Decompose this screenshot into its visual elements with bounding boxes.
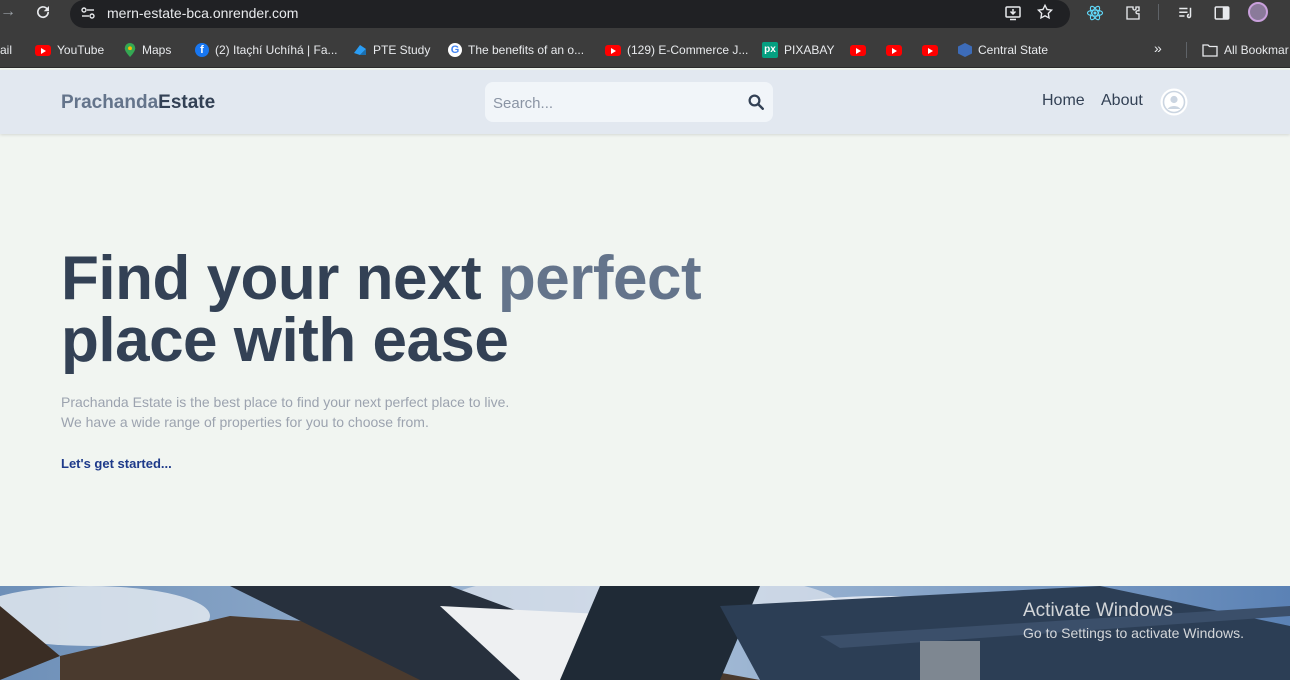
more-bookmarks-chevron-icon[interactable]: »	[1154, 40, 1162, 56]
bookmark-maps[interactable]: Maps	[124, 41, 171, 59]
bookmark-star-icon[interactable]	[1036, 3, 1054, 21]
folder-icon	[1202, 44, 1218, 57]
extensions-puzzle-icon[interactable]	[1124, 4, 1142, 22]
pte-icon	[354, 45, 366, 55]
watermark-subtitle: Go to Settings to activate Windows.	[1023, 625, 1244, 641]
pixabay-icon: px	[762, 42, 778, 58]
bookmarks-divider	[1186, 42, 1187, 58]
bookmark-pixabay[interactable]: px PIXABAY	[762, 41, 834, 59]
youtube-icon	[886, 44, 902, 56]
bookmark-facebook[interactable]: f (2) Itaçhí Uchíhá | Fa...	[195, 41, 338, 59]
nav-about-link[interactable]: About	[1101, 92, 1143, 110]
logo-part-estate: Estate	[158, 92, 216, 113]
bookmark-ecommerce[interactable]: (129) E-Commerce J...	[605, 41, 748, 59]
bookmark-pte-study[interactable]: PTE Study	[353, 41, 430, 59]
bookmark-central-state[interactable]: Central State	[958, 41, 1048, 59]
youtube-icon	[35, 44, 51, 56]
central-state-icon	[958, 43, 972, 57]
youtube-icon	[605, 44, 621, 56]
back-arrow-icon[interactable]: →	[0, 4, 16, 20]
hero-title-line2: place with ease	[61, 306, 509, 375]
search-icon[interactable]	[747, 93, 765, 111]
profile-avatar-icon[interactable]	[1160, 88, 1188, 116]
windows-activation-watermark: Activate Windows Go to Settings to activ…	[1023, 600, 1244, 643]
get-started-link[interactable]: Let's get started...	[61, 456, 172, 471]
hero-description-line2: We have a wide range of properties for y…	[61, 414, 429, 430]
url-text[interactable]: mern-estate-bca.onrender.com	[107, 5, 298, 21]
hero-description: Prachanda Estate is the best place to fi…	[61, 392, 509, 432]
bookmark-youtube-3[interactable]	[886, 41, 902, 59]
site-logo[interactable]: PrachandaEstate	[61, 92, 215, 114]
bookmark-google-article[interactable]: G The benefits of an o...	[448, 41, 584, 59]
address-bar[interactable]: mern-estate-bca.onrender.com	[70, 0, 1070, 28]
install-app-icon[interactable]	[1004, 4, 1022, 22]
site-header: PrachandaEstate Home About	[0, 70, 1290, 134]
browser-toolbar: → mern-estate-bca.onrender.com	[0, 0, 1290, 32]
google-icon: G	[448, 43, 462, 57]
maps-icon	[124, 43, 136, 57]
nav-home-link[interactable]: Home	[1042, 92, 1085, 110]
youtube-icon	[850, 44, 866, 56]
all-bookmarks[interactable]: All Bookmar	[1202, 41, 1289, 59]
bookmark-cut-left[interactable]: ail	[0, 41, 12, 59]
hero-title-part1: Find your next	[61, 244, 498, 313]
side-panel-icon[interactable]	[1213, 4, 1231, 22]
media-controls-icon[interactable]	[1177, 4, 1195, 22]
watermark-title: Activate Windows	[1023, 600, 1173, 621]
bookmark-youtube-4[interactable]	[922, 41, 938, 59]
react-devtools-icon[interactable]	[1086, 4, 1104, 22]
browser-profile-avatar[interactable]	[1248, 2, 1268, 22]
reload-icon[interactable]	[34, 3, 52, 21]
hero-description-line1: Prachanda Estate is the best place to fi…	[61, 394, 510, 410]
site-info-icon[interactable]	[80, 5, 96, 21]
facebook-icon: f	[195, 43, 209, 57]
search-form	[485, 82, 773, 122]
bookmark-youtube[interactable]: YouTube	[35, 41, 104, 59]
hero-title-accent: perfect	[497, 244, 702, 313]
search-input[interactable]	[493, 92, 733, 114]
toolbar-divider	[1158, 4, 1159, 20]
bookmarks-bar: ail YouTube Maps f (2) Itaçhí Uchíhá | Fa…	[0, 32, 1290, 68]
bookmark-youtube-2[interactable]	[850, 41, 866, 59]
hero-title: Find your next perfect place with ease	[61, 248, 702, 375]
logo-part-prachanda: Prachanda	[61, 92, 159, 113]
youtube-icon	[922, 44, 938, 56]
